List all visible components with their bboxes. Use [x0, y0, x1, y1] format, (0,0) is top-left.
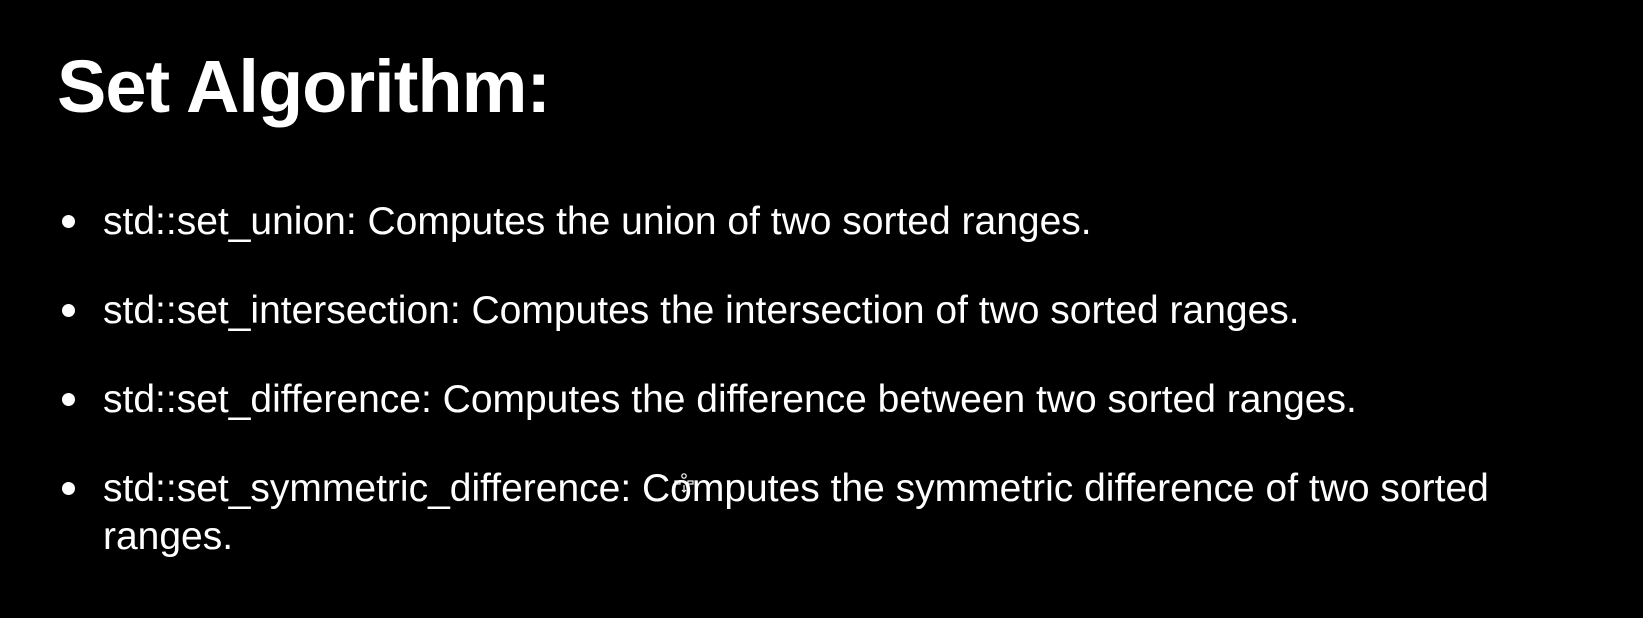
bullet-dot-icon [62, 215, 75, 228]
bullet-text: std::set_intersection: Computes the inte… [103, 289, 1300, 332]
slide-title: Set Algorithm: [57, 45, 551, 128]
bullet-item-set-symmetric-difference: std::set_symmetric_difference: Computes … [58, 465, 1618, 561]
bullet-item-set-union: std::set_union: Computes the union of tw… [58, 198, 1618, 246]
bullet-text: std::set_symmetric_difference: Computes … [103, 467, 1489, 558]
bullet-dot-icon [62, 393, 75, 406]
bullet-item-set-intersection: std::set_intersection: Computes the inte… [58, 287, 1618, 335]
bullet-list: std::set_union: Computes the union of tw… [58, 198, 1618, 602]
presentation-slide: Set Algorithm: std::set_union: Computes … [0, 0, 1643, 618]
bullet-item-set-difference: std::set_difference: Computes the differ… [58, 376, 1618, 424]
bullet-dot-icon [62, 304, 75, 317]
move-cursor-icon [674, 473, 694, 493]
bullet-text: std::set_difference: Computes the differ… [103, 378, 1357, 421]
bullet-text: std::set_union: Computes the union of tw… [103, 200, 1092, 243]
bullet-dot-icon [62, 482, 75, 495]
